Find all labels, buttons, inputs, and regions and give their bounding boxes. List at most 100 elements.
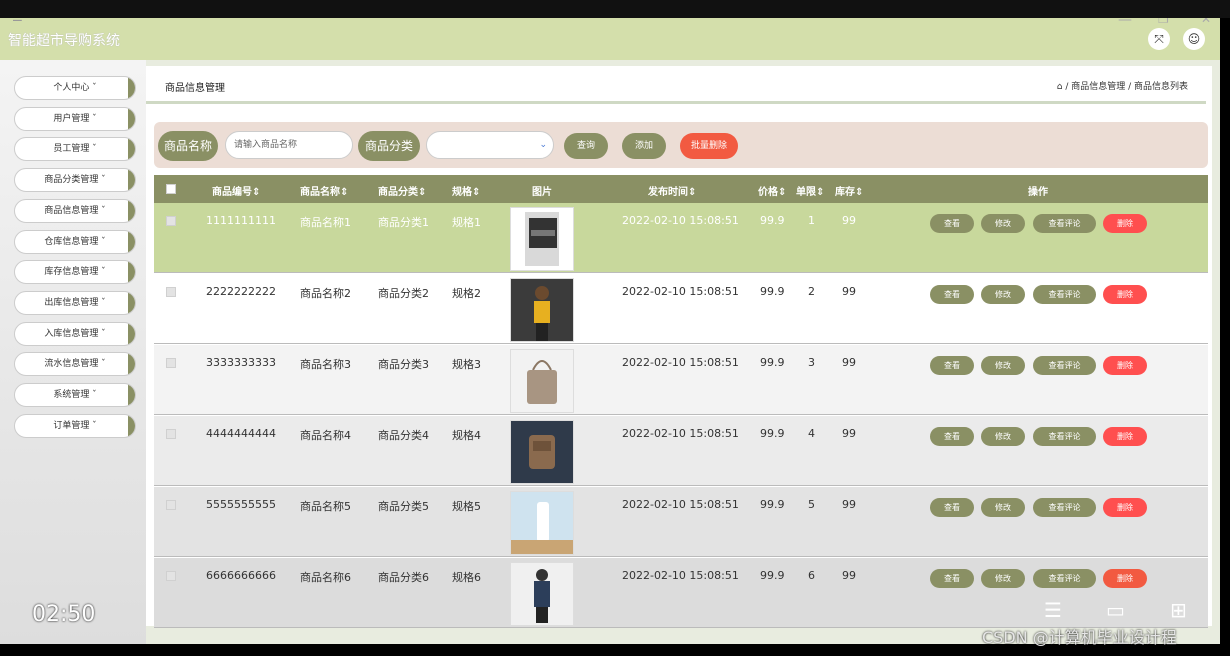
cell-id: 2222222222 bbox=[206, 285, 276, 298]
edit-button[interactable]: 修改 bbox=[981, 569, 1025, 588]
table-row[interactable]: 4444444444 商品名称4 商品分类4 规格4 2022-02-10 15… bbox=[154, 416, 1208, 486]
user-icon[interactable]: ☺ bbox=[1183, 28, 1205, 50]
watermark: CSDN @计算机毕业设计程 bbox=[982, 628, 1177, 647]
sidebar-item-label: 个人中心 ˇ bbox=[53, 83, 97, 93]
select-all-checkbox[interactable] bbox=[166, 184, 176, 194]
breadcrumb[interactable]: ⌂ / 商品信息管理 / 商品信息列表 bbox=[1057, 79, 1188, 92]
cell-category: 商品分类4 bbox=[378, 429, 429, 442]
col-header-spec[interactable]: 规格⇕ bbox=[452, 183, 480, 198]
cell-spec: 规格3 bbox=[452, 358, 481, 371]
playlist-icon[interactable]: ☰ bbox=[1044, 598, 1062, 622]
cell-price: 99.9 bbox=[760, 356, 785, 369]
cell-id: 6666666666 bbox=[206, 569, 276, 582]
product-image[interactable] bbox=[510, 491, 574, 555]
col-header-name[interactable]: 商品名称⇕ bbox=[300, 183, 348, 198]
edit-button[interactable]: 修改 bbox=[981, 427, 1025, 446]
sidebar-item-users[interactable]: 用户管理 ˇ bbox=[14, 107, 136, 131]
delete-button[interactable]: 删除 bbox=[1103, 427, 1147, 446]
menu-icon[interactable]: ☰ bbox=[12, 18, 23, 24]
sidebar-item-system[interactable]: 系统管理 ˇ bbox=[14, 383, 136, 407]
edit-button[interactable]: 修改 bbox=[981, 498, 1025, 517]
view-reviews-button[interactable]: 查看评论 bbox=[1033, 285, 1096, 304]
cell-name: 商品名称1 bbox=[300, 216, 351, 229]
delete-button[interactable]: 删除 bbox=[1103, 498, 1147, 517]
view-reviews-button[interactable]: 查看评论 bbox=[1033, 498, 1096, 517]
col-header-limit[interactable]: 单限⇕ bbox=[796, 183, 824, 198]
add-button[interactable]: 添加 bbox=[622, 133, 666, 159]
row-checkbox[interactable] bbox=[166, 216, 176, 226]
row-checkbox[interactable] bbox=[166, 500, 176, 510]
sidebar-item-label: 用户管理 ˇ bbox=[53, 114, 97, 124]
view-reviews-button[interactable]: 查看评论 bbox=[1033, 569, 1096, 588]
view-reviews-button[interactable]: 查看评论 bbox=[1033, 214, 1096, 233]
row-checkbox[interactable] bbox=[166, 571, 176, 581]
col-header-id[interactable]: 商品编号⇕ bbox=[212, 183, 260, 198]
view-button[interactable]: 查看 bbox=[930, 498, 974, 517]
cell-category: 商品分类6 bbox=[378, 571, 429, 584]
sidebar-item-warehouse[interactable]: 仓库信息管理 ˇ bbox=[14, 230, 136, 254]
sidebar-item-category[interactable]: 商品分类管理 ˇ bbox=[14, 168, 136, 192]
sidebar-item-flow[interactable]: 流水信息管理 ˇ bbox=[14, 352, 136, 376]
delete-button[interactable]: 删除 bbox=[1103, 569, 1147, 588]
view-button[interactable]: 查看 bbox=[930, 569, 974, 588]
category-select[interactable]: ⌄ bbox=[426, 131, 554, 159]
search-input[interactable]: 请输入商品名称 bbox=[225, 131, 353, 159]
cell-spec: 规格6 bbox=[452, 571, 481, 584]
product-image[interactable] bbox=[510, 420, 574, 484]
minimize-icon[interactable]: — bbox=[1118, 18, 1132, 28]
edit-button[interactable]: 修改 bbox=[981, 214, 1025, 233]
sidebar-item-staff[interactable]: 员工管理 ˇ bbox=[14, 137, 136, 161]
app-window: ☰ 智能超市导购系统 — ❐ ✕ ⤧ ☺ 个人中心 ˇ 用户管理 ˇ 员工管理 … bbox=[0, 18, 1220, 644]
table-row[interactable]: 3333333333 商品名称3 商品分类3 规格3 2022-02-10 15… bbox=[154, 345, 1208, 415]
fullscreen-icon[interactable]: ⤧ bbox=[1148, 28, 1170, 50]
main-content: 商品信息管理 ⌂ / 商品信息管理 / 商品信息列表 商品名称 请输入商品名称 … bbox=[146, 66, 1212, 628]
table-row[interactable]: 2222222222 商品名称2 商品分类2 规格2 2022-02-10 15… bbox=[154, 274, 1208, 344]
col-header-stock[interactable]: 库存⇕ bbox=[835, 183, 863, 198]
chevron-down-icon: ⌄ bbox=[539, 140, 547, 150]
sidebar-item-products[interactable]: 商品信息管理 ˇ bbox=[14, 199, 136, 223]
cell-stock: 99 bbox=[842, 569, 856, 582]
col-header-time[interactable]: 发布时间⇕ bbox=[648, 183, 696, 198]
page-title: 商品信息管理 bbox=[165, 83, 225, 94]
category-label: 商品分类 bbox=[358, 131, 420, 161]
grid-icon[interactable]: ⊞ bbox=[1170, 598, 1187, 622]
delete-button[interactable]: 删除 bbox=[1103, 214, 1147, 233]
table-row[interactable]: 5555555555 商品名称5 商品分类5 规格5 2022-02-10 15… bbox=[154, 487, 1208, 557]
edit-button[interactable]: 修改 bbox=[981, 356, 1025, 375]
sidebar-item-outbound[interactable]: 出库信息管理 ˇ bbox=[14, 291, 136, 315]
restore-icon[interactable]: ❐ bbox=[1158, 18, 1169, 26]
row-checkbox[interactable] bbox=[166, 358, 176, 368]
col-header-category[interactable]: 商品分类⇕ bbox=[378, 183, 426, 198]
cell-stock: 99 bbox=[842, 498, 856, 511]
close-icon[interactable]: ✕ bbox=[1201, 18, 1211, 26]
view-button[interactable]: 查看 bbox=[930, 285, 974, 304]
view-button[interactable]: 查看 bbox=[930, 427, 974, 446]
sidebar-item-personal[interactable]: 个人中心 ˇ bbox=[14, 76, 136, 100]
sidebar-item-inbound[interactable]: 入库信息管理 ˇ bbox=[14, 322, 136, 346]
delete-button[interactable]: 删除 bbox=[1103, 356, 1147, 375]
delete-button[interactable]: 删除 bbox=[1103, 285, 1147, 304]
sidebar-item-inventory[interactable]: 库存信息管理 ˇ bbox=[14, 260, 136, 284]
sidebar-item-orders[interactable]: 订单管理 ˇ bbox=[14, 414, 136, 438]
batch-delete-button[interactable]: 批量删除 bbox=[680, 133, 738, 159]
app-title: 智能超市导购系统 bbox=[8, 33, 120, 49]
view-button[interactable]: 查看 bbox=[930, 214, 974, 233]
view-reviews-button[interactable]: 查看评论 bbox=[1033, 427, 1096, 446]
cell-price: 99.9 bbox=[760, 498, 785, 511]
view-button[interactable]: 查看 bbox=[930, 356, 974, 375]
product-image[interactable] bbox=[510, 278, 574, 342]
row-checkbox[interactable] bbox=[166, 429, 176, 439]
table-header: 商品编号⇕ 商品名称⇕ 商品分类⇕ 规格⇕ 图片 发布时间⇕ 价格⇕ 单限⇕ 库… bbox=[154, 175, 1208, 203]
sidebar-item-label: 出库信息管理 ˇ bbox=[44, 298, 106, 308]
product-image[interactable] bbox=[510, 562, 574, 626]
table-row[interactable]: 1111111111 商品名称1 商品分类1 规格1 2022-02-10 15… bbox=[154, 203, 1208, 273]
col-header-price[interactable]: 价格⇕ bbox=[758, 183, 786, 198]
cell-limit: 6 bbox=[808, 569, 815, 582]
product-image[interactable] bbox=[510, 207, 574, 271]
view-reviews-button[interactable]: 查看评论 bbox=[1033, 356, 1096, 375]
comment-icon[interactable]: ▭ bbox=[1106, 598, 1125, 622]
query-button[interactable]: 查询 bbox=[564, 133, 608, 159]
edit-button[interactable]: 修改 bbox=[981, 285, 1025, 304]
product-image[interactable] bbox=[510, 349, 574, 413]
row-checkbox[interactable] bbox=[166, 287, 176, 297]
